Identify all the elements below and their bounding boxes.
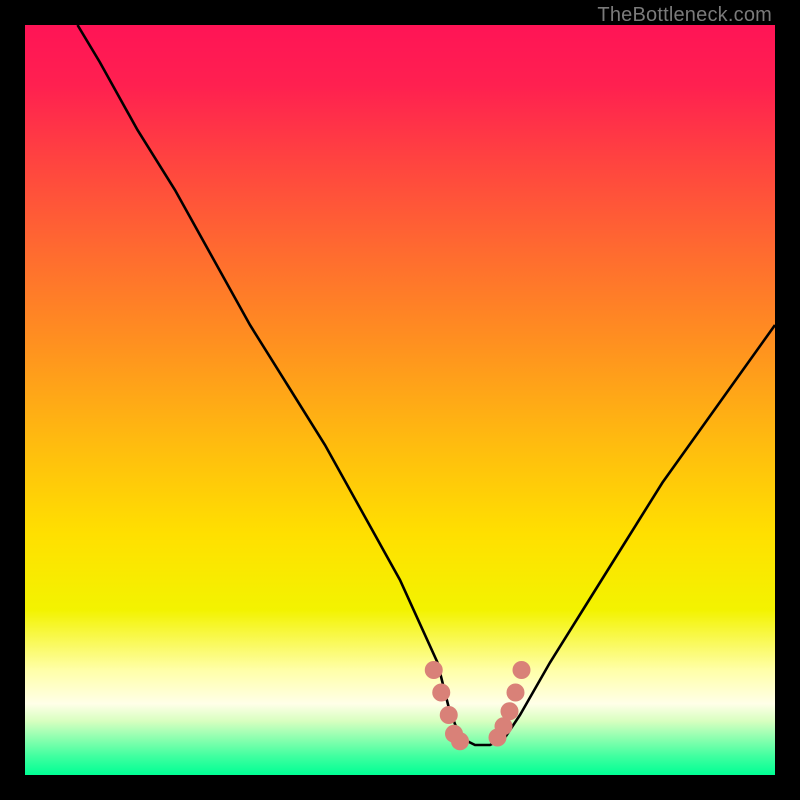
highlight-dot [432, 684, 450, 702]
highlight-dot [507, 684, 525, 702]
highlight-dot [440, 706, 458, 724]
highlight-dot [513, 661, 531, 679]
highlight-dot [501, 702, 519, 720]
watermark-text: TheBottleneck.com [597, 4, 772, 27]
plot-area [25, 25, 775, 775]
curve-bottom-highlight [425, 661, 531, 750]
highlight-dot [425, 661, 443, 679]
bottleneck-curve [25, 25, 775, 775]
highlight-dot [451, 732, 469, 750]
chart-frame: TheBottleneck.com [0, 0, 800, 800]
curve-line [78, 25, 776, 745]
